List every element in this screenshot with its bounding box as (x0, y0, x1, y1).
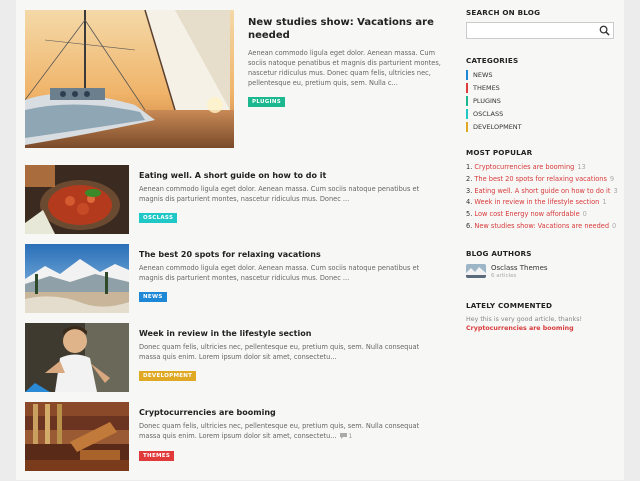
popular-list: 1. Cryptocurrencies are booming 13 2. The… (466, 162, 618, 233)
post-tag[interactable]: NEWS (139, 292, 167, 302)
post-excerpt: Donec quam felis, ultricies nec, pellent… (139, 421, 439, 442)
comment-icon (339, 433, 347, 439)
categories-title: CATEGORIES (466, 56, 519, 65)
post-excerpt: Donec quam felis, ultricies nec, pellent… (139, 343, 420, 361)
popular-link[interactable]: Week in review in the lifestyle section (474, 198, 599, 206)
post-excerpt: Aenean commodo ligula eget dolor. Aenean… (139, 185, 420, 203)
post-title[interactable]: Cryptocurrencies are booming (139, 407, 439, 418)
featured-title[interactable]: New studies show: Vacations are needed (248, 16, 453, 42)
authors-list: Osclass Themes 6 articles (466, 263, 616, 283)
category-themes[interactable]: THEMES (466, 83, 616, 93)
post-thumbnail[interactable] (25, 323, 129, 392)
category-development[interactable]: DEVELOPMENT (466, 122, 616, 132)
popular-num: 4. (466, 198, 473, 207)
post-title[interactable]: Eating well. A short guide on how to do … (139, 170, 439, 181)
popular-link[interactable]: New studies show: Vacations are needed (474, 222, 609, 230)
post-title[interactable]: The best 20 spots for relaxing vacations (139, 249, 439, 260)
avatar (466, 263, 486, 278)
comment-count[interactable]: 1 (339, 433, 353, 440)
post-info: The best 20 spots for relaxing vacations… (139, 249, 439, 302)
post-item: Week in review in the lifestyle section … (25, 323, 455, 402)
featured-info: New studies show: Vacations are needed A… (248, 16, 453, 107)
featured-thumbnail[interactable] (25, 10, 234, 148)
featured-post: New studies show: Vacations are needed A… (25, 10, 455, 148)
category-osclass[interactable]: OSCLASS (466, 109, 616, 119)
popular-count: 0 (612, 221, 617, 230)
post-info: Eating well. A short guide on how to do … (139, 170, 439, 223)
popular-title: MOST POPULAR (466, 148, 533, 157)
search-box (466, 22, 614, 39)
popular-num: 2. (466, 174, 473, 183)
author-name[interactable]: Osclass Themes (491, 264, 548, 272)
popular-count: 3 (613, 186, 618, 195)
popular-link[interactable]: Low cost Energy now affordable (474, 210, 579, 218)
post-thumbnail[interactable] (25, 402, 129, 471)
popular-num: 3. (466, 186, 473, 195)
post-excerpt: Aenean commodo ligula eget dolor. Aenean… (139, 264, 420, 282)
popular-item: 4. Week in review in the lifestyle secti… (466, 197, 616, 209)
comment-count-value: 1 (348, 433, 353, 440)
post-title[interactable]: Week in review in the lifestyle section (139, 328, 439, 339)
post-tag[interactable]: DEVELOPMENT (139, 371, 197, 381)
popular-num: 1. (466, 163, 473, 171)
popular-count: 13 (577, 163, 586, 171)
featured-tag[interactable]: PLUGINS (248, 97, 286, 107)
post-tag[interactable]: THEMES (139, 451, 175, 461)
category-plugins[interactable]: PLUGINS (466, 96, 616, 106)
featured-excerpt: Aenean commodo ligula eget dolor. Aenean… (248, 49, 441, 87)
post-item: Eating well. A short guide on how to do … (25, 165, 455, 244)
popular-item: 1. Cryptocurrencies are booming 13 (466, 162, 616, 174)
author-item[interactable]: Osclass Themes 6 articles (466, 263, 616, 283)
lately-title: LATELY COMMENTED (466, 300, 553, 310)
post-list: Eating well. A short guide on how to do … (25, 165, 455, 481)
popular-link[interactable]: Cryptocurrencies are booming (474, 163, 574, 171)
main-content: New studies show: Vacations are needed A… (25, 10, 455, 471)
popular-item: 2. The best 20 spots for relaxing vacati… (466, 174, 616, 186)
search-title: SEARCH ON BLOG (466, 8, 541, 17)
comment-post-link[interactable]: Cryptocurrencies are booming (466, 324, 616, 333)
popular-item: 6. New studies show: Vacations are neede… (466, 221, 616, 233)
post-info: Week in review in the lifestyle section … (139, 328, 439, 381)
popular-count: 1 (602, 198, 607, 207)
popular-link[interactable]: The best 20 spots for relaxing vacations (474, 175, 607, 183)
author-article-count: 6 articles (491, 272, 517, 279)
popular-num: 5. (466, 210, 473, 219)
popular-item: 5. Low cost Energy now affordable 0 (466, 209, 616, 221)
popular-item: 3. Eating well. A short guide on how to … (466, 186, 618, 198)
sidebar: SEARCH ON BLOG CATEGORIES NEWS THEMES PL… (466, 8, 618, 333)
popular-count: 0 (582, 210, 587, 219)
categories-list: NEWS THEMES PLUGINS OSCLASS DEVELOPMENT (466, 70, 616, 132)
category-news[interactable]: NEWS (466, 70, 616, 80)
post-item: Cryptocurrencies are booming Donec quam … (25, 402, 455, 481)
post-item: The best 20 spots for relaxing vacations… (25, 244, 455, 323)
post-thumbnail[interactable] (25, 244, 129, 313)
post-tag[interactable]: OSCLASS (139, 213, 178, 223)
post-thumbnail[interactable] (25, 165, 129, 234)
search-input[interactable] (467, 23, 592, 38)
lately-commented: Hey this is very good article, thanks! C… (466, 315, 616, 333)
page: New studies show: Vacations are needed A… (16, 0, 624, 480)
comment-text: Hey this is very good article, thanks! (466, 315, 582, 323)
post-excerpt-text: Donec quam felis, ultricies nec, pellent… (139, 422, 420, 440)
popular-link[interactable]: Eating well. A short guide on how to do … (474, 187, 610, 195)
post-info: Cryptocurrencies are booming Donec quam … (139, 407, 439, 461)
search-icon[interactable] (599, 25, 610, 36)
popular-count: 9 (609, 174, 615, 183)
authors-title: BLOG AUTHORS (466, 248, 532, 258)
popular-num: 6. (466, 221, 473, 230)
